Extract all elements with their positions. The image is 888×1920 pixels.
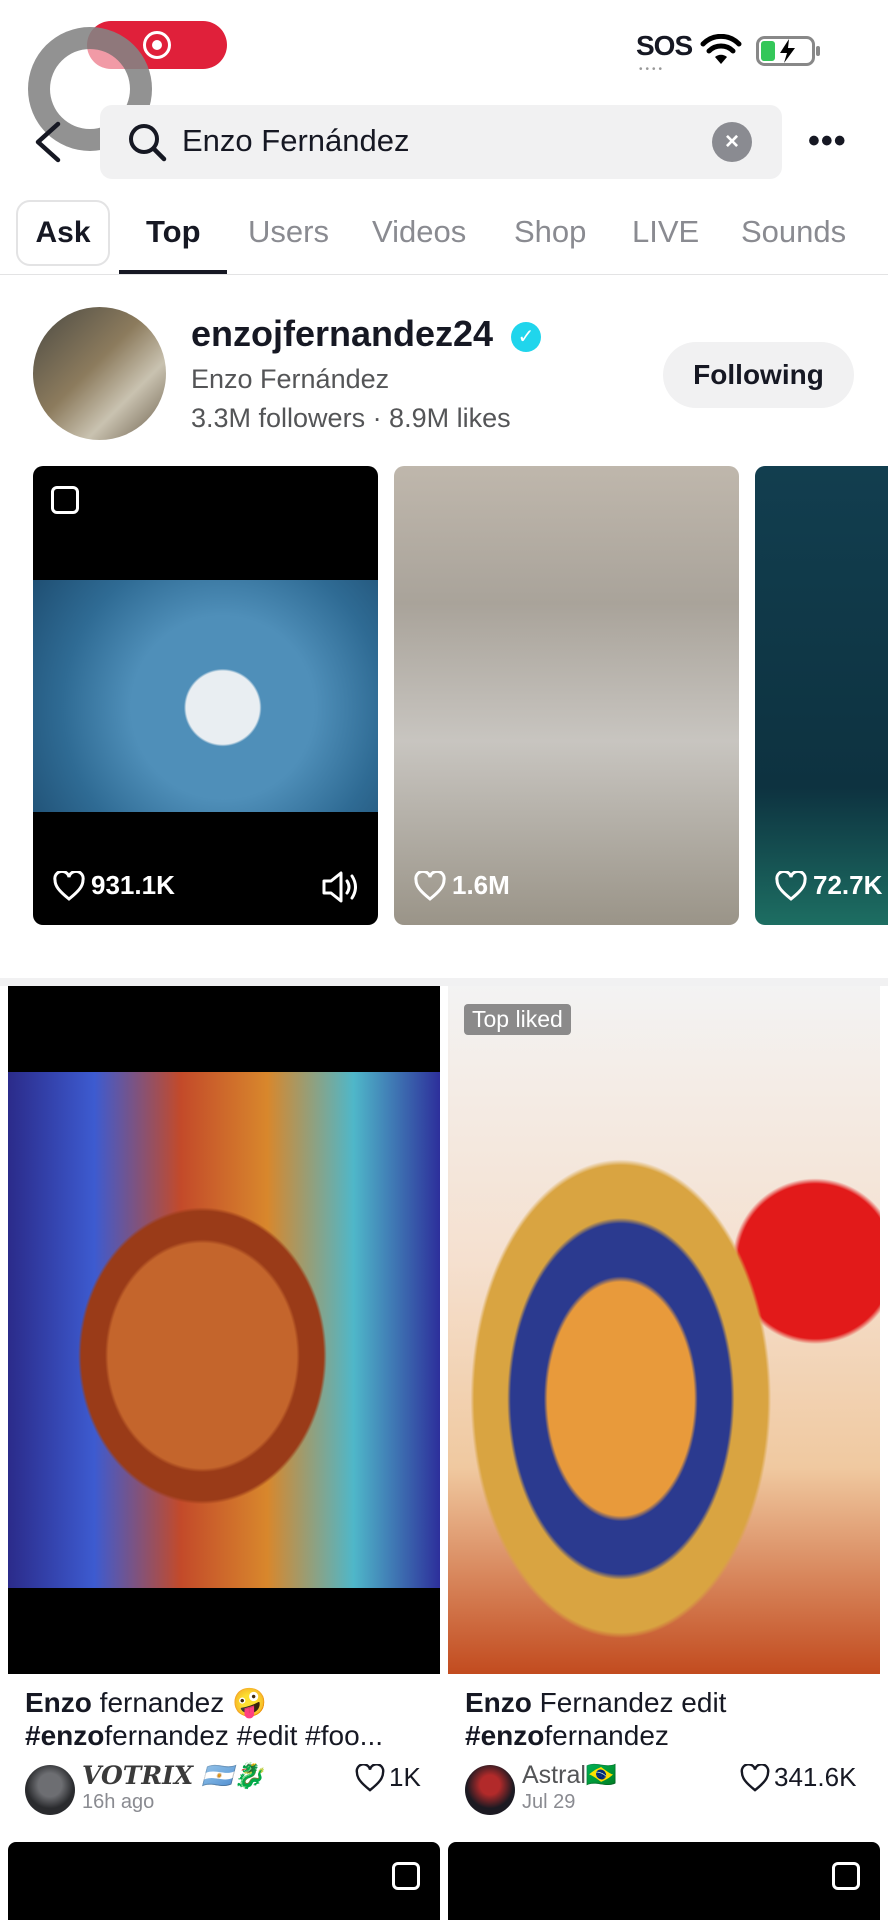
user-stats: 3.3M followers · 8.9M likes bbox=[191, 403, 511, 433]
video-thumbnail-image bbox=[33, 580, 378, 812]
top-liked-badge: Top liked bbox=[464, 1004, 571, 1035]
heart-icon bbox=[53, 870, 85, 901]
sos-indicator: SOS bbox=[636, 30, 693, 61]
search-query-text[interactable]: Enzo Fernández bbox=[182, 123, 409, 159]
video-thumbnail[interactable] bbox=[8, 986, 440, 1674]
section-divider bbox=[0, 978, 888, 986]
display-name: Enzo Fernández bbox=[191, 364, 390, 394]
caption-title: Fernandez edit bbox=[531, 1687, 727, 1718]
signal-dots: •••• bbox=[639, 64, 666, 75]
author-avatar[interactable] bbox=[25, 1765, 75, 1815]
user-avatar[interactable] bbox=[33, 307, 166, 440]
caption-tags: fernandez #edit #foo... bbox=[104, 1720, 384, 1751]
heart-icon bbox=[740, 1763, 770, 1792]
likes-count: 1K bbox=[389, 1762, 421, 1792]
user-video-thumbnail[interactable]: 931.1K bbox=[33, 466, 378, 925]
more-options-icon[interactable]: ••• bbox=[808, 122, 847, 161]
sound-icon[interactable] bbox=[321, 870, 361, 904]
search-icon bbox=[129, 124, 167, 162]
video-likes: 931.1K bbox=[53, 870, 175, 901]
clear-search-icon[interactable]: × bbox=[712, 122, 752, 162]
wifi-icon bbox=[700, 34, 742, 64]
author-avatar[interactable] bbox=[465, 1765, 515, 1815]
likes-count: 72.7K bbox=[813, 870, 883, 900]
video-likes: 1.6M bbox=[414, 870, 510, 901]
username[interactable]: enzojfernandez24 bbox=[191, 313, 493, 355]
following-button[interactable]: Following bbox=[663, 342, 854, 408]
author-name[interactable]: Astral🇧🇷 bbox=[522, 1761, 617, 1790]
heart-icon bbox=[355, 1763, 385, 1792]
verified-badge-icon: ✓ bbox=[511, 322, 541, 352]
user-video-thumbnail[interactable]: 1.6M bbox=[394, 466, 739, 925]
video-thumbnail[interactable]: Top liked bbox=[448, 986, 880, 1674]
caption-tag-bold: #enzo bbox=[25, 1720, 105, 1751]
caption-tag-bold: #enzo bbox=[465, 1720, 545, 1751]
video-likes: 72.7K bbox=[775, 870, 882, 901]
video-likes: 341.6K bbox=[740, 1762, 856, 1793]
heart-icon bbox=[775, 870, 807, 901]
user-video-thumbnail[interactable]: 72.7K bbox=[755, 466, 888, 925]
tab-videos[interactable]: Videos bbox=[372, 214, 466, 250]
tab-live[interactable]: LIVE bbox=[632, 214, 699, 250]
record-icon bbox=[143, 31, 171, 59]
author-name[interactable]: VOTRIX 🇦🇷🐉 bbox=[82, 1761, 264, 1791]
post-time: 16h ago bbox=[82, 1791, 155, 1813]
tab-ask[interactable]: Ask bbox=[16, 200, 110, 266]
heart-icon bbox=[414, 870, 446, 901]
caption-tags: fernandez bbox=[544, 1720, 669, 1751]
video-result-card[interactable]: Top liked Enzo Fernandez edit #enzoferna… bbox=[448, 986, 880, 1832]
tab-users[interactable]: Users bbox=[248, 214, 329, 250]
video-caption[interactable]: Enzo Fernandez edit #enzofernandez bbox=[465, 1686, 865, 1752]
video-caption[interactable]: Enzo fernandez 🤪 #enzofernandez #edit #f… bbox=[25, 1686, 425, 1752]
video-result-card[interactable] bbox=[448, 1842, 880, 1920]
caption-title: fernandez 🤪 bbox=[91, 1687, 267, 1718]
carousel-icon bbox=[392, 1862, 420, 1890]
likes-count: 1.6M bbox=[452, 870, 510, 900]
video-result-card[interactable] bbox=[8, 1842, 440, 1920]
video-result-card[interactable]: Enzo fernandez 🤪 #enzofernandez #edit #f… bbox=[8, 986, 440, 1832]
video-thumbnail-image bbox=[448, 986, 880, 1674]
tabs-divider bbox=[0, 274, 888, 275]
caption-title-bold: Enzo bbox=[25, 1687, 92, 1718]
tab-top[interactable]: Top bbox=[146, 214, 201, 250]
post-time: Jul 29 bbox=[522, 1791, 576, 1813]
likes-count: 931.1K bbox=[91, 870, 175, 900]
tab-sounds[interactable]: Sounds bbox=[741, 214, 846, 250]
video-thumbnail-image bbox=[8, 1072, 440, 1588]
video-likes: 1K bbox=[355, 1762, 421, 1793]
battery-charging-icon bbox=[756, 36, 820, 66]
back-chevron-icon[interactable] bbox=[30, 118, 66, 166]
caption-title-bold: Enzo bbox=[465, 1687, 532, 1718]
likes-count: 341.6K bbox=[774, 1762, 857, 1792]
carousel-icon bbox=[51, 486, 79, 514]
tab-shop[interactable]: Shop bbox=[514, 214, 586, 250]
carousel-icon bbox=[832, 1862, 860, 1890]
